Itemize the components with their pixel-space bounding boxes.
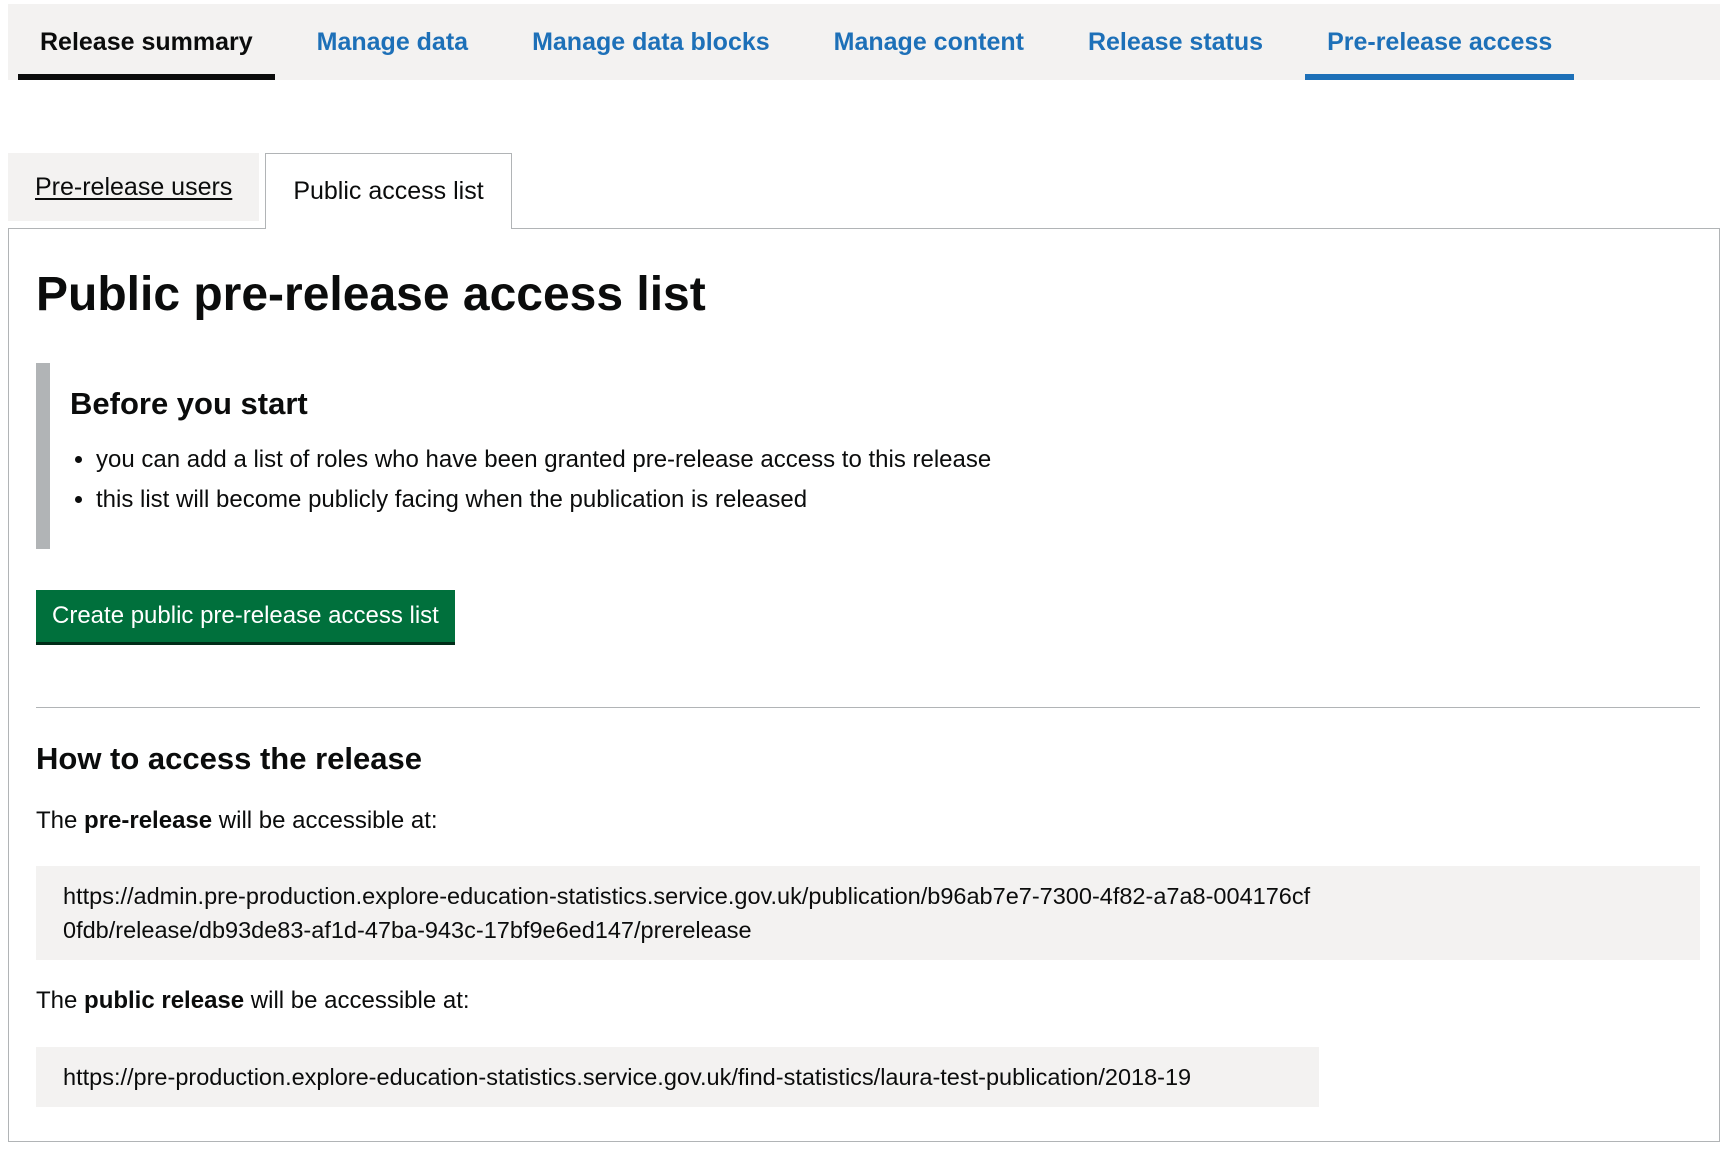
inset-list: you can add a list of roles who have bee… xyxy=(70,440,1096,520)
page-title: Public pre-release access list xyxy=(36,268,706,321)
public-access-list-panel: Public pre-release access list Before yo… xyxy=(8,228,1720,1142)
create-public-access-list-button[interactable]: Create public pre-release access list xyxy=(36,590,455,642)
pre-release-prefix: The xyxy=(36,807,85,834)
public-release-prefix: The xyxy=(36,987,85,1014)
public-release-suffix: will be accessible at: xyxy=(244,987,470,1014)
nav-release-summary[interactable]: Release summary xyxy=(18,4,275,80)
nav-release-status[interactable]: Release status xyxy=(1066,4,1285,80)
pre-release-url[interactable]: https://admin.pre-production.explore-edu… xyxy=(63,879,1323,947)
inset-bullet: you can add a list of roles who have bee… xyxy=(96,440,1096,480)
nav-manage-content[interactable]: Manage content xyxy=(812,4,1046,80)
tab-pre-release-users[interactable]: Pre-release users xyxy=(8,153,260,221)
before-you-start-inset: Before you start you can add a list of r… xyxy=(36,363,1096,549)
inset-bullet: this list will become publicly facing wh… xyxy=(96,480,1096,520)
pre-release-access-text: The pre-release will be accessible at: xyxy=(36,807,438,835)
pre-release-bold: pre-release xyxy=(84,807,213,834)
public-release-bold: public release xyxy=(84,987,245,1014)
pre-release-suffix: will be accessible at: xyxy=(212,807,438,834)
public-release-access-text: The public release will be accessible at… xyxy=(36,987,470,1015)
pre-release-url-box: https://admin.pre-production.explore-edu… xyxy=(36,866,1700,960)
nav-manage-data[interactable]: Manage data xyxy=(295,4,490,80)
section-divider xyxy=(36,707,1700,708)
inset-heading: Before you start xyxy=(70,386,308,421)
how-to-access-heading: How to access the release xyxy=(36,741,422,776)
nav-manage-data-blocks[interactable]: Manage data blocks xyxy=(510,4,792,80)
nav-pre-release-access[interactable]: Pre-release access xyxy=(1305,4,1575,80)
public-release-url-box: https://pre-production.explore-education… xyxy=(36,1047,1319,1107)
pre-release-tabs: Pre-release users Public access list xyxy=(8,153,512,229)
release-navigation: Release summary Manage data Manage data … xyxy=(8,4,1720,80)
tab-public-access-list[interactable]: Public access list xyxy=(265,153,512,229)
public-release-url[interactable]: https://pre-production.explore-education… xyxy=(63,1064,1191,1090)
